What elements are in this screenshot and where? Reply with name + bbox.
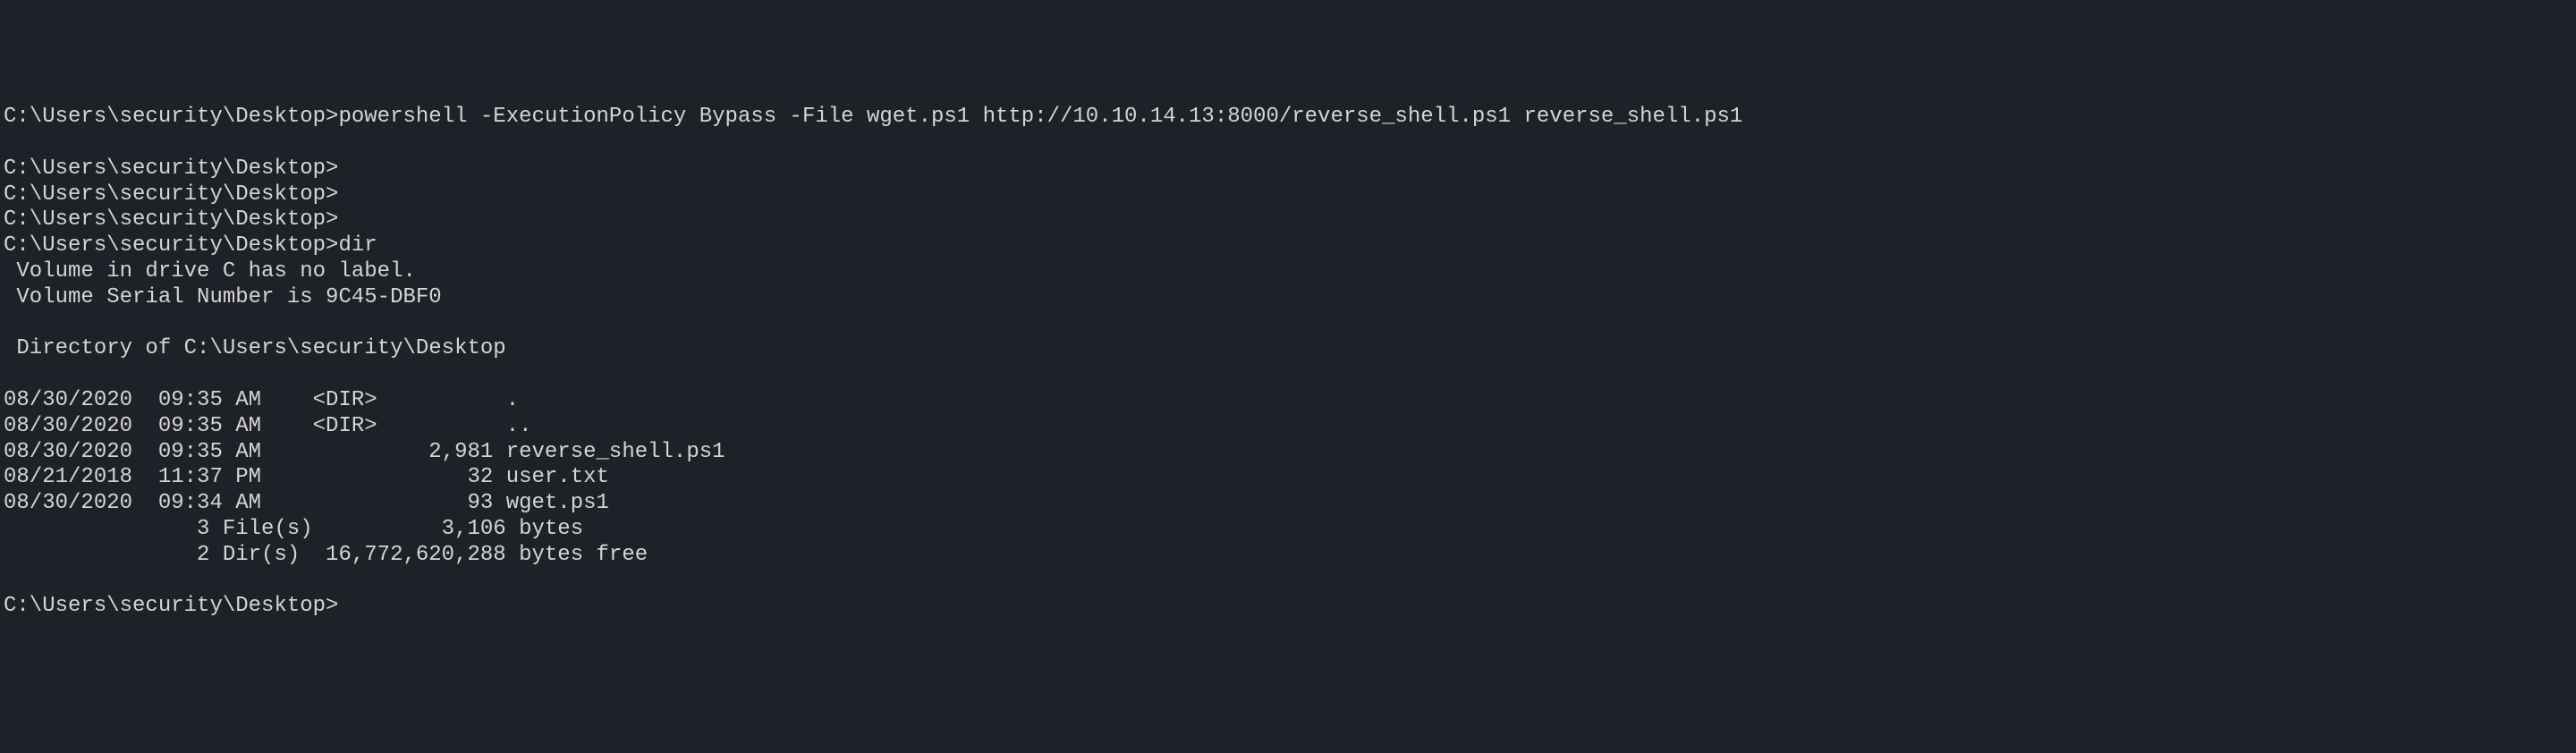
terminal-line: Directory of C:\Users\security\Desktop bbox=[4, 336, 2572, 362]
terminal-line: Volume in drive C has no label. bbox=[4, 259, 2572, 285]
terminal-line: 2 Dir(s) 16,772,620,288 bytes free bbox=[4, 543, 2572, 569]
output-text: Volume Serial Number is 9C45-DBF0 bbox=[4, 285, 442, 309]
output-text: 08/21/2018 11:37 PM 32 user.txt bbox=[4, 465, 609, 489]
terminal-line: 08/21/2018 11:37 PM 32 user.txt bbox=[4, 465, 2572, 491]
terminal-line bbox=[4, 569, 2572, 595]
terminal-line: C:\Users\security\Desktop> bbox=[4, 207, 2572, 233]
terminal-line: C:\Users\security\Desktop> bbox=[4, 157, 2572, 182]
terminal-line: 08/30/2020 09:35 AM <DIR> . bbox=[4, 388, 2572, 414]
command-text: powershell -ExecutionPolicy Bypass -File… bbox=[338, 105, 1742, 129]
output-text: 08/30/2020 09:35 AM 2,981 reverse_shell.… bbox=[4, 440, 725, 464]
terminal-line bbox=[4, 362, 2572, 388]
terminal-line: Volume Serial Number is 9C45-DBF0 bbox=[4, 285, 2572, 311]
output-text: 2 Dir(s) 16,772,620,288 bytes free bbox=[4, 543, 648, 567]
command-prompt: C:\Users\security\Desktop> bbox=[4, 233, 338, 258]
command-prompt: C:\Users\security\Desktop> bbox=[4, 182, 338, 207]
terminal-line: C:\Users\security\Desktop>powershell -Ex… bbox=[4, 105, 2572, 131]
command-prompt: C:\Users\security\Desktop> bbox=[4, 594, 338, 618]
terminal-line: 08/30/2020 09:35 AM 2,981 reverse_shell.… bbox=[4, 440, 2572, 466]
terminal-line: 08/30/2020 09:34 AM 93 wget.ps1 bbox=[4, 491, 2572, 517]
terminal-line: C:\Users\security\Desktop>dir bbox=[4, 233, 2572, 259]
terminal-line: C:\Users\security\Desktop> bbox=[4, 182, 2572, 208]
terminal-line: C:\Users\security\Desktop> bbox=[4, 594, 2572, 620]
terminal-line: 08/30/2020 09:35 AM <DIR> .. bbox=[4, 414, 2572, 440]
command-text: dir bbox=[338, 233, 377, 258]
command-prompt: C:\Users\security\Desktop> bbox=[4, 105, 338, 129]
output-text: 3 File(s) 3,106 bytes bbox=[4, 517, 583, 541]
output-text: Directory of C:\Users\security\Desktop bbox=[4, 336, 506, 360]
command-prompt: C:\Users\security\Desktop> bbox=[4, 157, 338, 181]
terminal-output[interactable]: C:\Users\security\Desktop>powershell -Ex… bbox=[4, 105, 2572, 620]
output-text: Volume in drive C has no label. bbox=[4, 259, 416, 283]
command-prompt: C:\Users\security\Desktop> bbox=[4, 207, 338, 232]
output-text: 08/30/2020 09:35 AM <DIR> .. bbox=[4, 414, 532, 438]
output-text: 08/30/2020 09:35 AM <DIR> . bbox=[4, 388, 519, 412]
terminal-line bbox=[4, 311, 2572, 337]
terminal-line: 3 File(s) 3,106 bytes bbox=[4, 517, 2572, 543]
terminal-line bbox=[4, 131, 2572, 157]
output-text: 08/30/2020 09:34 AM 93 wget.ps1 bbox=[4, 491, 609, 515]
